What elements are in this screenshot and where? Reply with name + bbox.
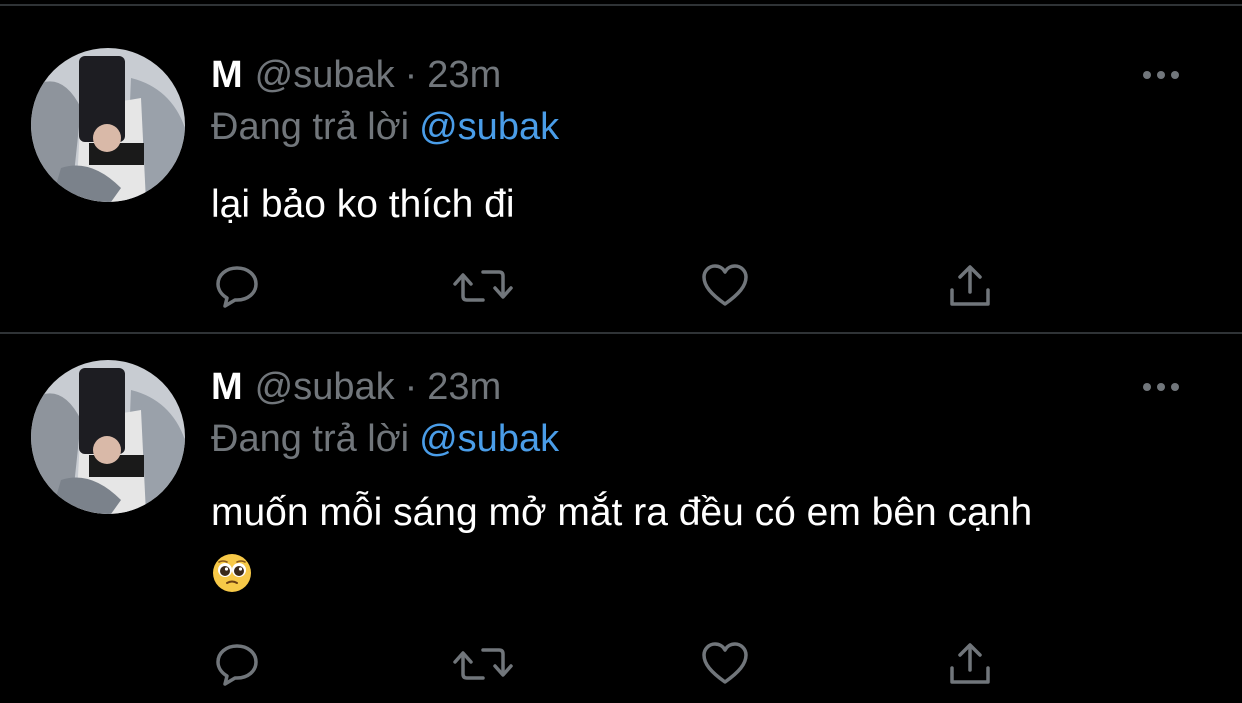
retweet-arrows-icon: [453, 648, 513, 680]
retweet-arrows-icon: [453, 270, 513, 302]
heart-icon: [702, 642, 748, 684]
tweet-actions: [213, 262, 1013, 310]
ellipsis-icon: [1143, 71, 1179, 79]
like-button[interactable]: [701, 640, 749, 688]
heart-icon: [702, 264, 748, 306]
user-handle[interactable]: @subak: [255, 54, 395, 96]
timestamp[interactable]: 23m: [427, 366, 501, 408]
speech-bubble-icon: [216, 266, 258, 308]
pleading-face-emoji: [211, 552, 253, 594]
retweet-button[interactable]: [453, 640, 513, 688]
share-button[interactable]: [946, 640, 994, 688]
avatar-photo: [31, 48, 185, 202]
tweet[interactable]: M @subak · 23m Đang trả lời @subak muốn mỗi …: [0, 334, 1242, 703]
retweet-button[interactable]: [453, 262, 513, 310]
avatar[interactable]: [31, 360, 185, 514]
share-button[interactable]: [946, 262, 994, 310]
tweet-actions: [213, 640, 1013, 688]
reply-mention-link[interactable]: @subak: [419, 106, 559, 148]
tweet-text: muốn mỗi sáng mở mắt ra đều có em bên cạ…: [211, 491, 1033, 534]
user-handle[interactable]: @subak: [255, 366, 395, 408]
share-upload-icon: [950, 643, 990, 684]
reply-context: Đang trả lời @subak: [211, 416, 559, 462]
avatar[interactable]: [31, 48, 185, 202]
reply-button[interactable]: [213, 640, 261, 688]
separator-dot: ·: [404, 366, 418, 408]
avatar-photo: [31, 360, 185, 514]
pleading-face-icon: [213, 554, 251, 592]
more-options-button[interactable]: [1140, 376, 1182, 398]
top-divider: [0, 0, 1242, 6]
reply-context: Đang trả lời @subak: [211, 104, 559, 150]
tweet-header: M @subak · 23m: [211, 52, 501, 98]
more-options-button[interactable]: [1140, 64, 1182, 86]
reply-mention-link[interactable]: @subak: [419, 418, 559, 460]
tweet-text: lại bảo ko thích đi: [211, 183, 515, 226]
separator-dot: ·: [404, 54, 418, 96]
share-upload-icon: [950, 265, 990, 306]
tweet-header: M @subak · 23m: [211, 364, 501, 410]
tweet[interactable]: M @subak · 23m Đang trả lời @subak lại bảo k…: [0, 8, 1242, 334]
ellipsis-icon: [1143, 383, 1179, 391]
reply-prefix: Đang trả lời: [211, 418, 410, 460]
display-name[interactable]: M: [211, 366, 243, 408]
timestamp[interactable]: 23m: [427, 54, 501, 96]
like-button[interactable]: [701, 262, 749, 310]
display-name[interactable]: M: [211, 54, 243, 96]
speech-bubble-icon: [216, 644, 258, 686]
reply-prefix: Đang trả lời: [211, 106, 410, 148]
reply-button[interactable]: [213, 262, 261, 310]
